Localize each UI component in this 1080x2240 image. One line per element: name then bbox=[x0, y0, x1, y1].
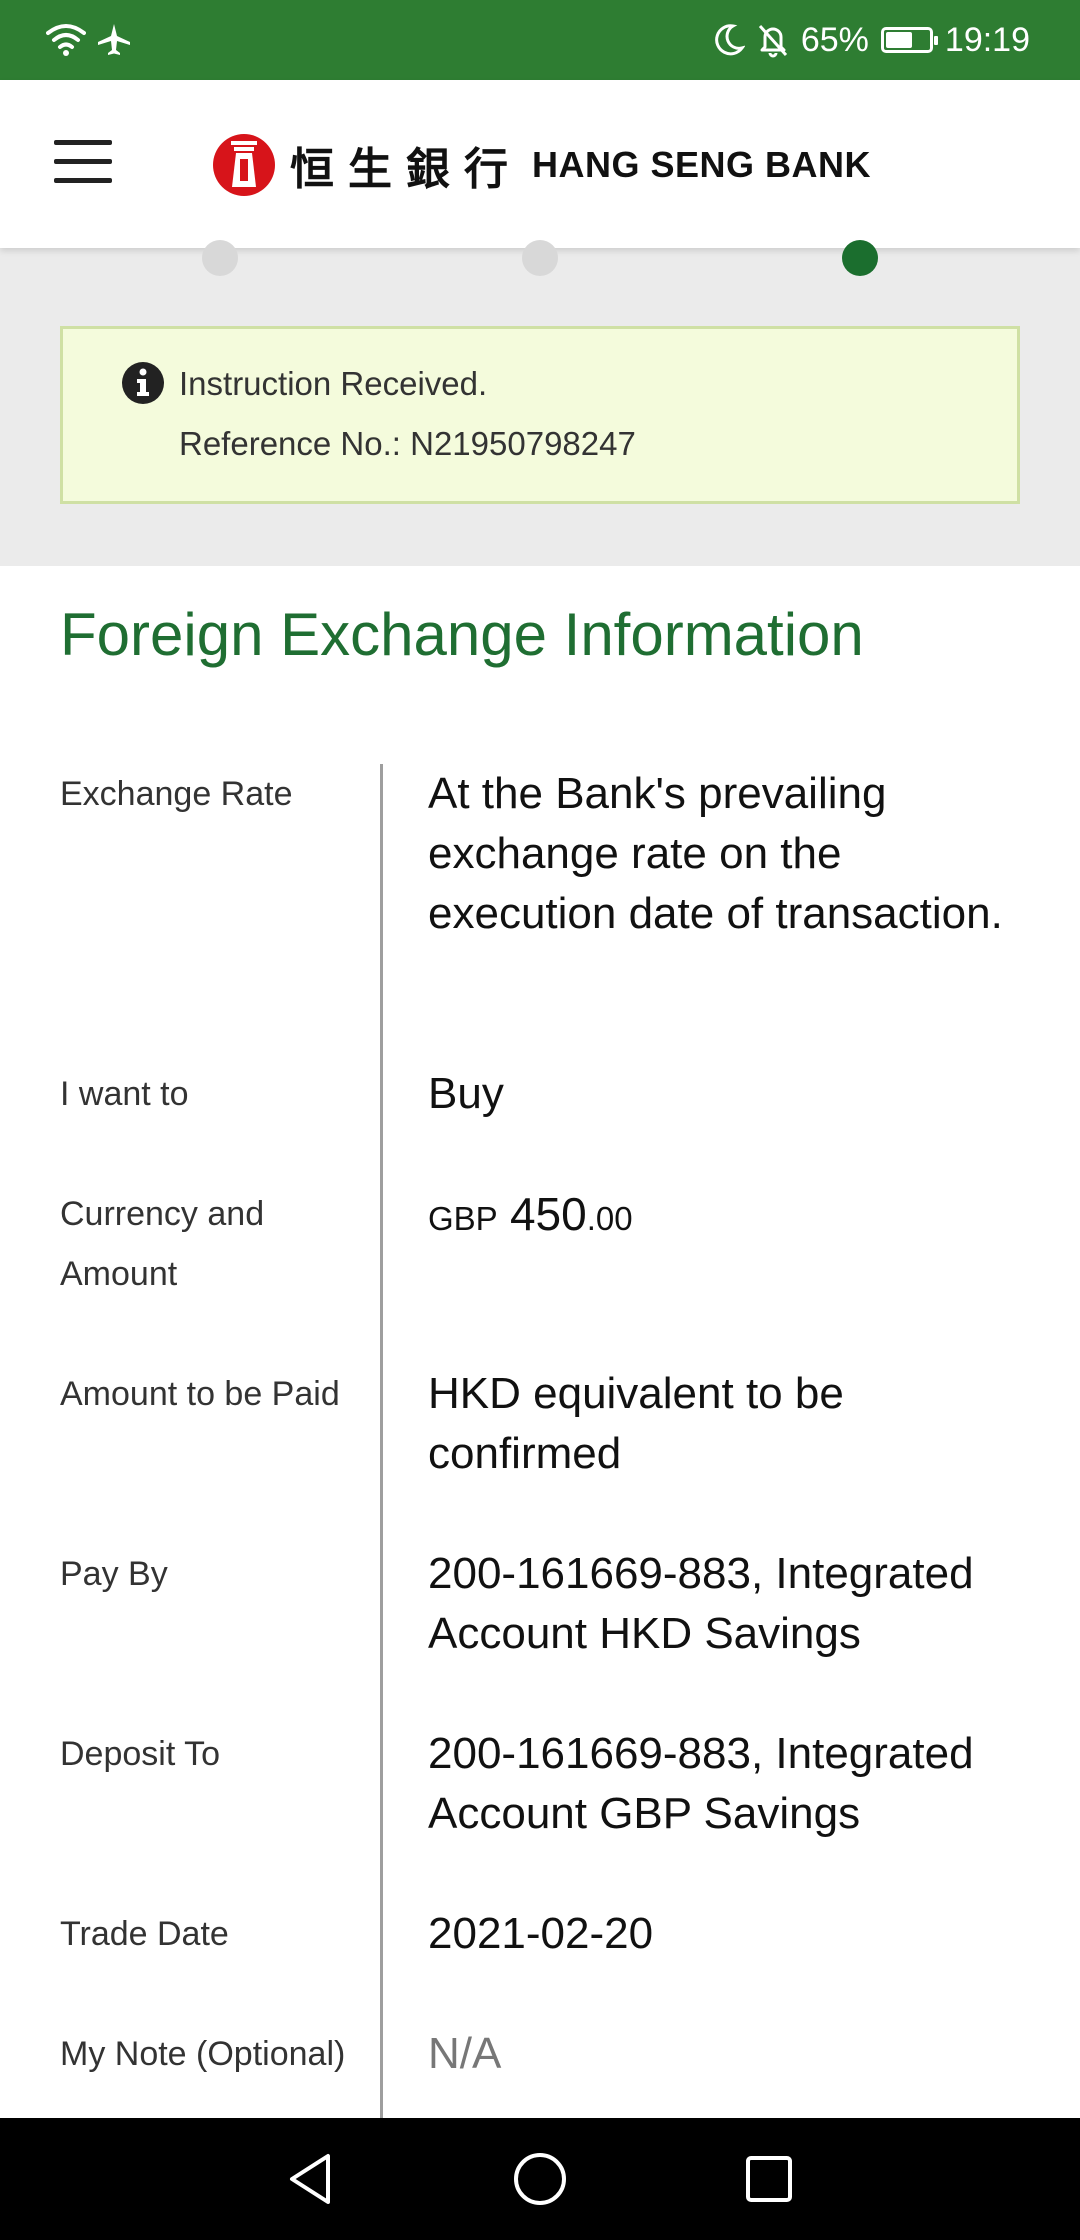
deposit-to-value: 200-161669-883, Integrated Account GBP S… bbox=[428, 1729, 974, 1838]
battery-fill bbox=[885, 32, 912, 48]
confirmation-banner-area: Instruction Received. Reference No.: N21… bbox=[0, 240, 1080, 566]
airplane-icon bbox=[98, 24, 130, 55]
pay-by-value: 200-161669-883, Integrated Account HKD S… bbox=[428, 1549, 974, 1658]
section-title: Foreign Exchange Information bbox=[60, 601, 864, 668]
exchange-rate-value: At the Bank's prevailing exchange rate o… bbox=[428, 769, 1003, 938]
status-left-icons bbox=[46, 18, 132, 62]
hang-seng-logo-icon bbox=[213, 134, 275, 196]
battery-percent: 65% bbox=[800, 20, 869, 59]
status-right-icons: 65% 19:19 bbox=[713, 18, 1030, 62]
pay-by-label: Pay By bbox=[60, 1555, 168, 1593]
notice-reference-number: Reference No.: N21950798247 bbox=[179, 425, 636, 462]
logo-chinese-name: 恒生銀行 bbox=[290, 144, 522, 195]
i-want-to-label: I want to bbox=[60, 1075, 189, 1113]
amount-integer: 450 bbox=[509, 1188, 587, 1240]
my-note-label: My Note (Optional) bbox=[60, 2035, 346, 2073]
home-circle-icon[interactable] bbox=[509, 2148, 571, 2210]
bell-off-icon bbox=[758, 24, 787, 58]
trade-date-value: 2021-02-20 bbox=[428, 1909, 654, 1958]
app-header: 恒生銀行 HANG SENG BANK bbox=[0, 80, 1080, 248]
progress-step-2 bbox=[522, 240, 558, 276]
progress-step-1 bbox=[202, 240, 238, 276]
currency-amount-label: Currency and Amount bbox=[60, 1195, 265, 1293]
system-navigation-bar bbox=[0, 2118, 1080, 2240]
currency-code: GBP bbox=[428, 1200, 498, 1237]
i-want-to-value: Buy bbox=[428, 1069, 504, 1118]
progress-step-3-current bbox=[842, 240, 878, 276]
trade-date-label: Trade Date bbox=[60, 1915, 229, 1953]
moon-icon bbox=[715, 24, 745, 56]
amount-to-be-paid-label: Amount to be Paid bbox=[60, 1375, 340, 1413]
wifi-icon bbox=[46, 24, 86, 56]
status-time: 19:19 bbox=[944, 20, 1030, 59]
back-triangle-icon[interactable] bbox=[280, 2148, 342, 2210]
battery-icon bbox=[880, 27, 938, 53]
instruction-received-notice: Instruction Received. Reference No.: N21… bbox=[60, 326, 1020, 504]
currency-amount-value: GBP 450.00 bbox=[428, 1184, 1038, 1249]
amount-to-be-paid-value: HKD equivalent to be confirmed bbox=[428, 1369, 844, 1478]
info-icon bbox=[122, 362, 164, 404]
amount-decimal: .00 bbox=[586, 1200, 633, 1237]
exchange-rate-label: Exchange Rate bbox=[60, 775, 293, 813]
logo-english-name: HANG SENG BANK bbox=[532, 144, 872, 185]
status-bar: 65% 19:19 bbox=[0, 0, 1080, 80]
hamburger-menu-icon[interactable] bbox=[54, 140, 114, 186]
deposit-to-label: Deposit To bbox=[60, 1735, 221, 1773]
recents-square-icon[interactable] bbox=[738, 2148, 800, 2210]
my-note-value: N/A bbox=[428, 2029, 502, 2078]
bank-logo[interactable]: 恒生銀行 HANG SENG BANK bbox=[212, 130, 871, 200]
notice-message: Instruction Received. bbox=[179, 365, 488, 402]
column-divider bbox=[380, 764, 383, 2120]
